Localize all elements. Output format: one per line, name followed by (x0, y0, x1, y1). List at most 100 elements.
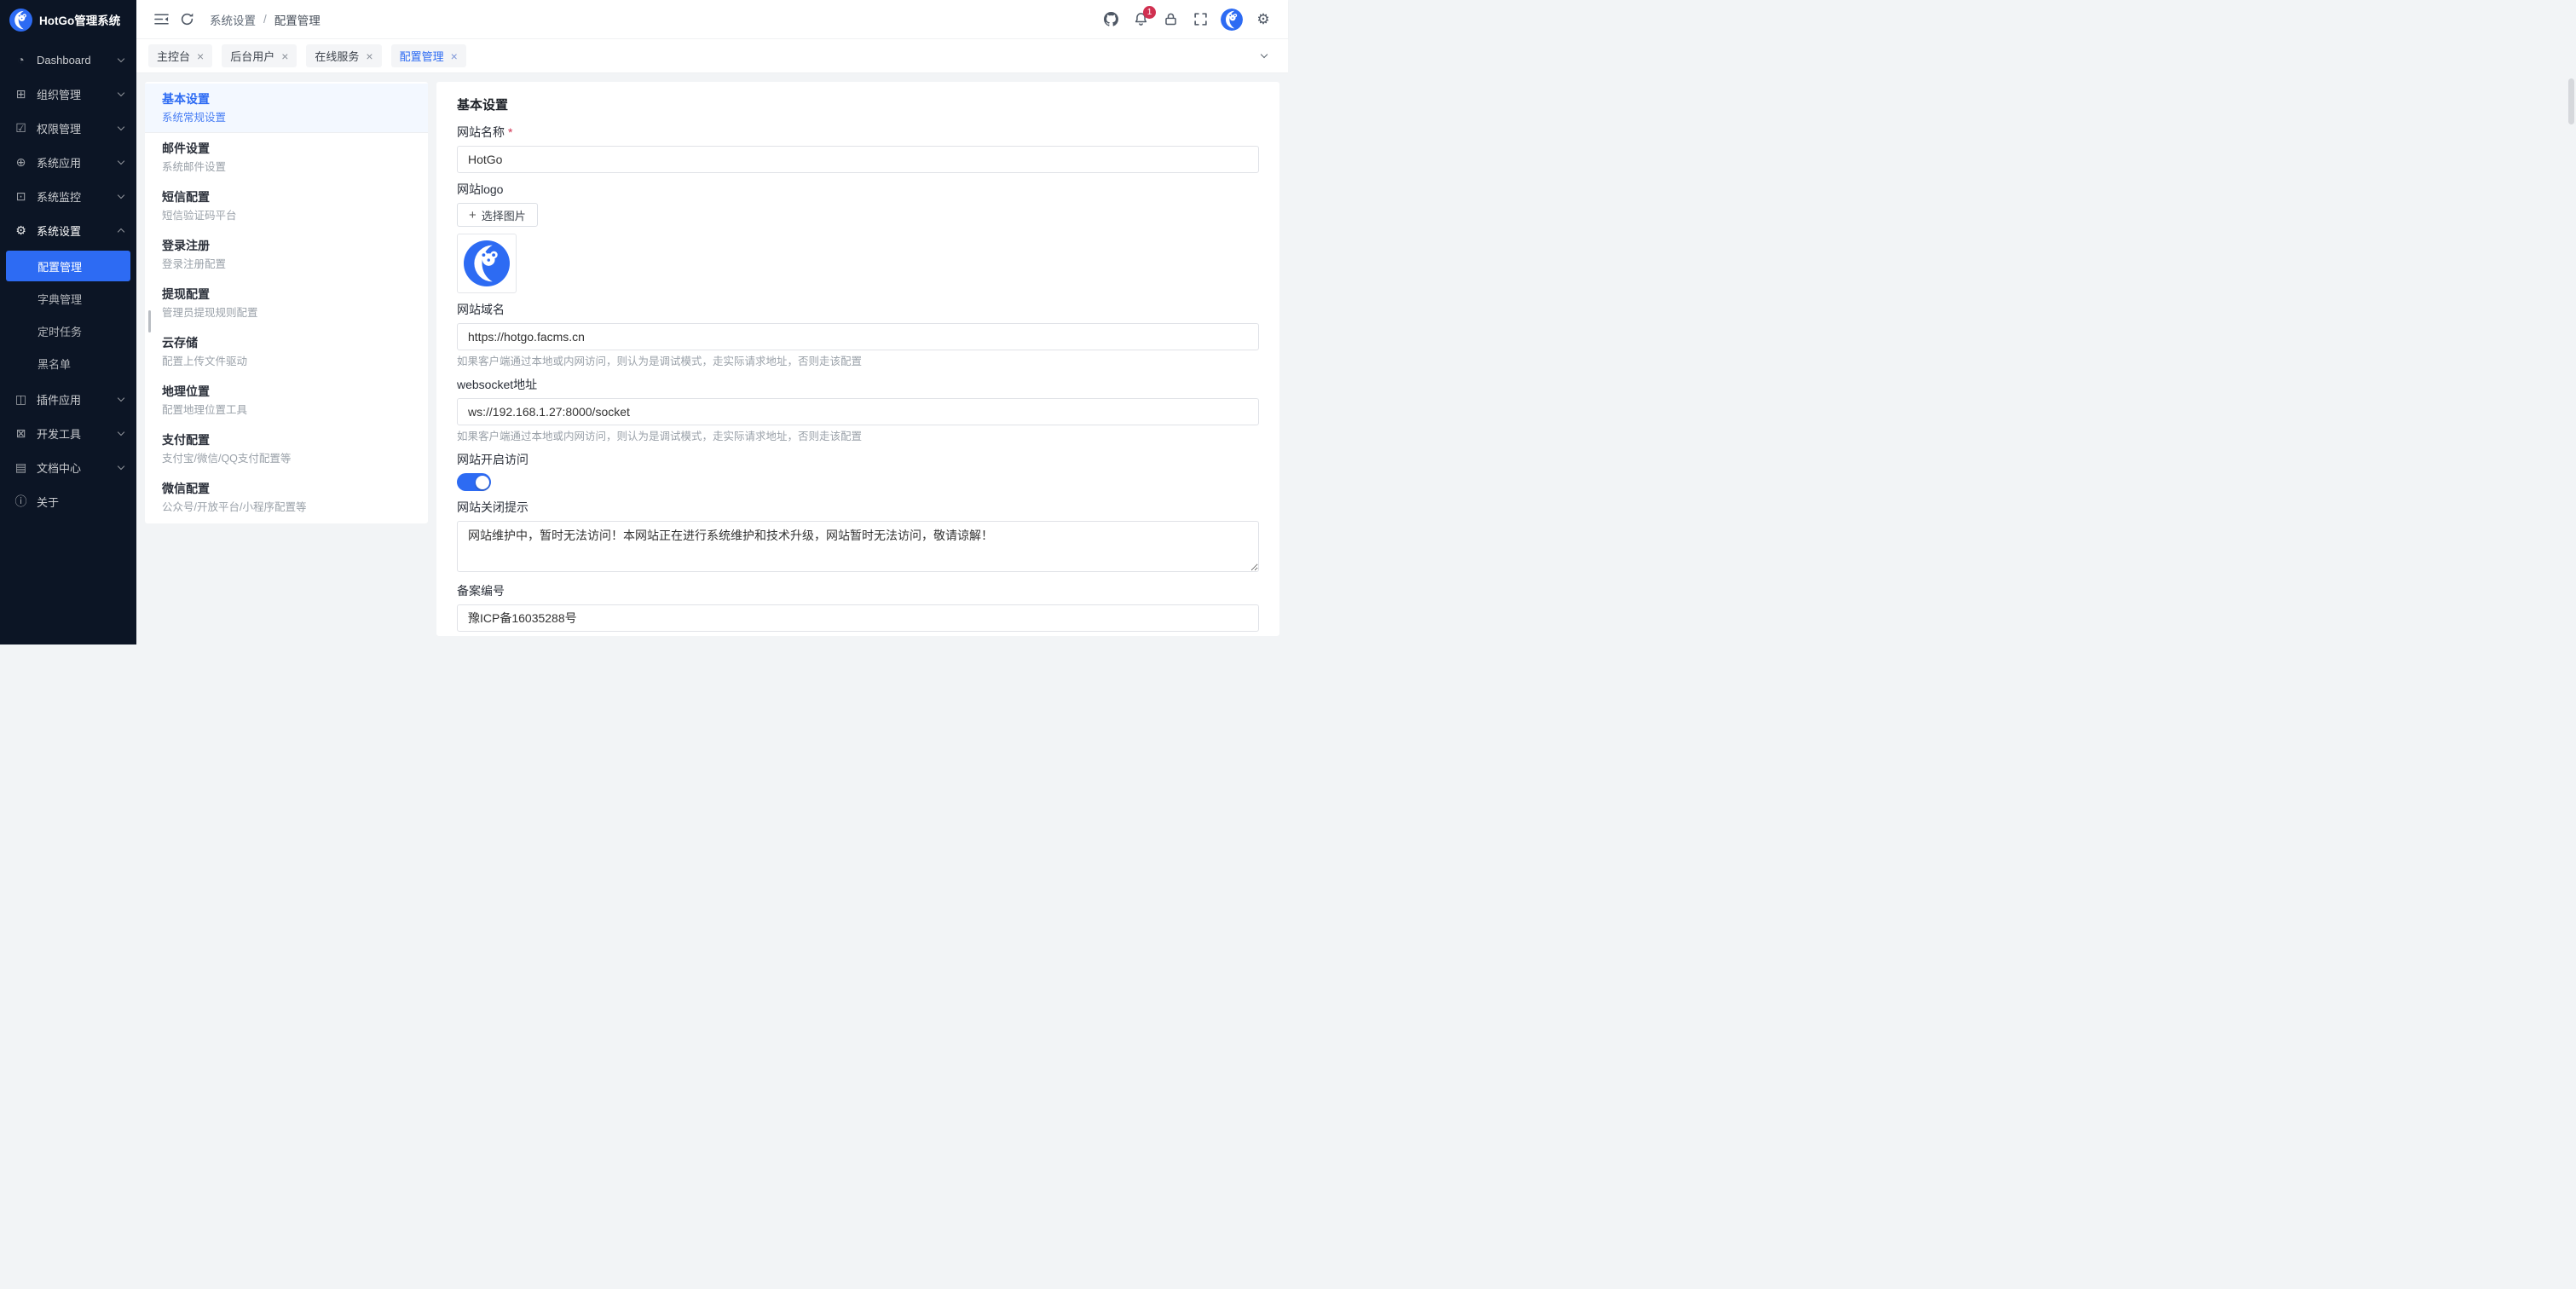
site-name-input[interactable] (457, 146, 1259, 173)
settings-nav-item-withdraw[interactable]: 提现配置 管理员提现规则配置 (145, 279, 428, 327)
site-domain-label: 网站域名 (457, 301, 505, 318)
settings-nav-item-geo[interactable]: 地理位置 配置地理位置工具 (145, 376, 428, 425)
site-logo-preview[interactable] (457, 234, 517, 293)
icp-label: 备案编号 (457, 582, 505, 599)
sidebar-menu: ◔ Dashboard ⊞ 组织管理 ☑ 权限管理 ⊕ 系统应用 ⊡ 系 (0, 39, 136, 518)
site-logo-image (464, 240, 510, 286)
websocket-label: websocket地址 (457, 376, 537, 393)
sidebar-item-doc-center[interactable]: ▤ 文档中心 (0, 450, 136, 484)
settings-nav-card: 基本设置 系统常规设置 邮件设置 系统邮件设置 短信配置 短信验证码平台 登录注… (145, 82, 428, 523)
field-websocket: websocket地址 如果客户端通过本地或内网访问，则认为是调试模式，走实际请… (457, 376, 1259, 443)
chevron-down-icon (118, 89, 124, 95)
close-tip-textarea[interactable]: 网站维护中，暂时无法访问！本网站正在进行系统维护和技术升级，网站暂时无法访问，敬… (457, 521, 1259, 572)
notification-badge: 1 (1143, 6, 1156, 19)
settings-nav-item-sms[interactable]: 短信配置 短信验证码平台 (145, 182, 428, 230)
close-icon[interactable]: × (451, 50, 458, 62)
close-icon[interactable]: × (197, 50, 204, 62)
settings-nav-item-payment[interactable]: 支付配置 支付宝/微信/QQ支付配置等 (145, 425, 428, 473)
choose-image-button[interactable]: + 选择图片 (457, 203, 538, 227)
settings-nav-scrollbar[interactable] (148, 310, 151, 332)
field-close-tip: 网站关闭提示 网站维护中，暂时无法访问！本网站正在进行系统维护和技术升级，网站暂… (457, 499, 1259, 575)
sidebar-item-dashboard[interactable]: ◔ Dashboard (0, 43, 136, 77)
sidebar-item-system-monitor[interactable]: ⊡ 系统监控 (0, 179, 136, 213)
fullscreen-button[interactable] (1187, 7, 1213, 32)
sidebar-item-label: 文档中心 (37, 460, 110, 476)
tab-dashboard[interactable]: 主控台 × (148, 44, 212, 67)
settings-nav-item-basic[interactable]: 基本设置 系统常规设置 (145, 84, 428, 133)
field-icp: 备案编号 (457, 582, 1259, 632)
settings-nav-title: 邮件设置 (162, 141, 411, 157)
sidebar-item-label: 组织管理 (37, 86, 110, 102)
form-title: 基本设置 (457, 95, 1259, 113)
chevron-down-icon (118, 428, 124, 435)
content-area: 基本设置 系统常规设置 邮件设置 系统邮件设置 短信配置 短信验证码平台 登录注… (136, 73, 1288, 644)
site-domain-input[interactable] (457, 323, 1259, 350)
main-scrollbar[interactable] (2568, 78, 2574, 124)
sidebar-subitem-blacklist[interactable]: 黑名单 (6, 348, 130, 379)
sidebar-item-dev-tools[interactable]: ⊠ 开发工具 (0, 416, 136, 450)
settings-nav-title: 短信配置 (162, 189, 411, 205)
tab-admin-users[interactable]: 后台用户 × (222, 44, 297, 67)
sidebar-item-plugin-app[interactable]: ◫ 插件应用 (0, 382, 136, 416)
site-name-label: 网站名称 (457, 124, 505, 141)
github-button[interactable] (1098, 7, 1123, 32)
sidebar-item-system-app[interactable]: ⊕ 系统应用 (0, 145, 136, 179)
chevron-down-icon (118, 191, 124, 198)
settings-nav-title: 云存储 (162, 335, 411, 351)
collapse-sidebar-button[interactable] (148, 7, 174, 32)
user-avatar[interactable] (1221, 9, 1243, 31)
sidebar-item-label: 系统设置 (37, 223, 110, 239)
sidebar-submenu: 配置管理 字典管理 定时任务 黑名单 (0, 247, 136, 382)
close-icon[interactable]: × (366, 50, 373, 62)
settings-gear-button[interactable]: ⚙ (1250, 7, 1276, 32)
refresh-button[interactable] (174, 7, 199, 32)
app-logo-row: HotGo管理系统 (0, 0, 136, 39)
chevron-down-icon (118, 462, 124, 469)
tab-config-manage[interactable]: 配置管理 × (391, 44, 466, 67)
settings-nav-item-wechat[interactable]: 微信配置 公众号/开放平台/小程序配置等 (145, 473, 428, 522)
settings-nav-subtitle: 公众号/开放平台/小程序配置等 (162, 500, 411, 515)
tab-options-dropdown[interactable] (1252, 44, 1276, 68)
dashboard-icon: ◔ (14, 53, 28, 66)
sidebar-item-about[interactable]: ⓘ 关于 (0, 484, 136, 518)
tab-label: 主控台 (157, 48, 190, 64)
avatar-logo-icon (1221, 9, 1243, 31)
sidebar-item-label: 关于 (37, 494, 124, 510)
lock-screen-button[interactable] (1158, 7, 1183, 32)
sidebar-subitem-dict-manage[interactable]: 字典管理 (6, 283, 130, 314)
sidebar-subitem-label: 字典管理 (38, 291, 82, 307)
plus-icon: + (469, 209, 477, 222)
organization-icon: ⊞ (14, 87, 28, 101)
app-title: HotGo管理系统 (39, 11, 120, 28)
tab-online-service[interactable]: 在线服务 × (306, 44, 381, 67)
required-asterisk: * (508, 124, 512, 141)
icp-input[interactable] (457, 604, 1259, 632)
fullscreen-icon (1193, 12, 1208, 26)
basic-settings-form-card: 基本设置 网站名称 * 网站logo + 选择图片 (436, 82, 1279, 636)
sidebar-subitem-config-manage[interactable]: 配置管理 (6, 251, 130, 281)
settings-nav-title: 微信配置 (162, 481, 411, 497)
notification-area: 1 (1128, 7, 1153, 32)
sidebar-item-label: 插件应用 (37, 391, 110, 408)
settings-nav-item-cloud-storage[interactable]: 云存储 配置上传文件驱动 (145, 327, 428, 376)
breadcrumb-parent[interactable]: 系统设置 (210, 11, 256, 28)
chevron-down-icon (118, 394, 124, 401)
sidebar-item-system-settings[interactable]: ⚙ 系统设置 (0, 213, 136, 247)
settings-nav-item-login[interactable]: 登录注册 登录注册配置 (145, 230, 428, 279)
websocket-input[interactable] (457, 398, 1259, 425)
choose-image-label: 选择图片 (482, 207, 526, 223)
lock-icon (1164, 12, 1178, 26)
sidebar-subitem-cron-task[interactable]: 定时任务 (6, 315, 130, 346)
tab-label: 后台用户 (230, 48, 274, 64)
sidebar-item-organization[interactable]: ⊞ 组织管理 (0, 77, 136, 111)
close-icon[interactable]: × (281, 50, 288, 62)
tab-bar: 主控台 × 后台用户 × 在线服务 × 配置管理 × (136, 39, 1288, 73)
site-open-toggle[interactable] (457, 473, 491, 491)
sidebar-item-label: 权限管理 (37, 120, 110, 136)
settings-nav-item-email[interactable]: 邮件设置 系统邮件设置 (145, 133, 428, 182)
settings-nav-subtitle: 登录注册配置 (162, 257, 411, 272)
sidebar-item-permission[interactable]: ☑ 权限管理 (0, 111, 136, 145)
header-actions: 1 (1098, 7, 1276, 32)
app-logo-icon (9, 9, 32, 32)
menu-fold-icon (154, 12, 169, 26)
